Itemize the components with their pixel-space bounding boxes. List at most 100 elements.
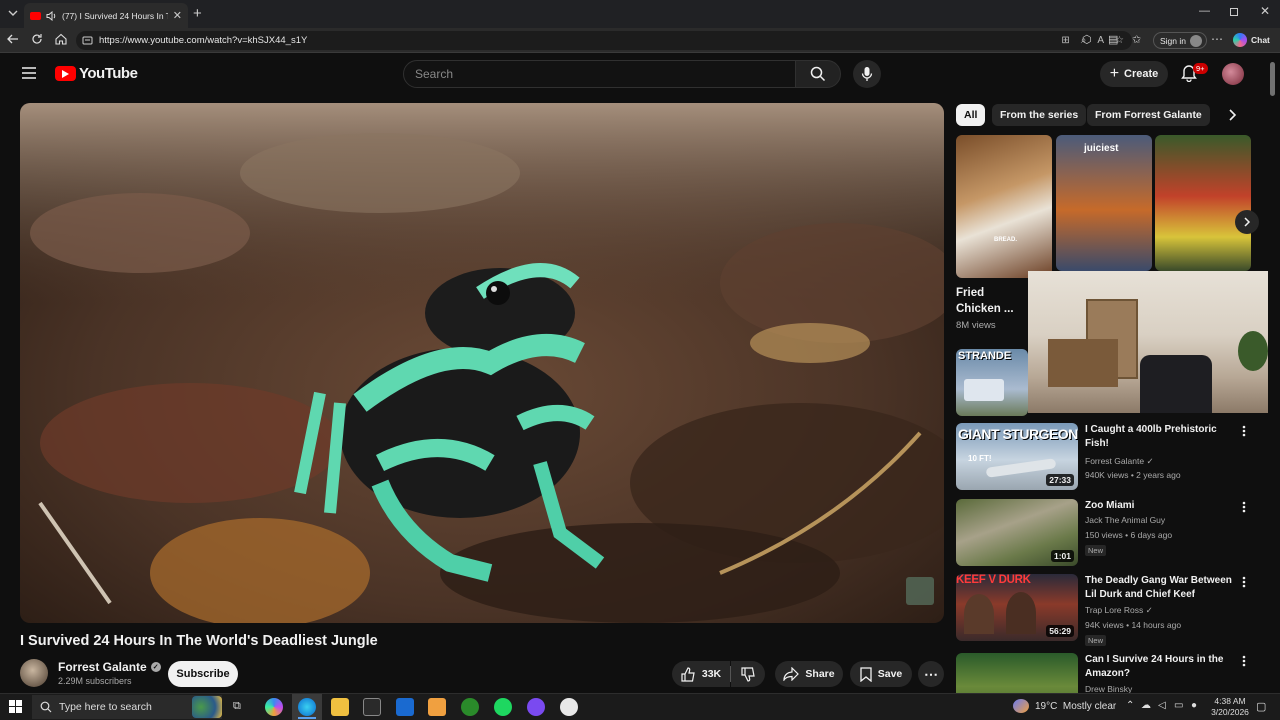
scrollbar-thumb[interactable] [1270, 62, 1275, 96]
channel-name[interactable]: Forrest Galante ✓ [58, 660, 161, 674]
more-vert-icon[interactable] [1242, 501, 1246, 513]
short-overlay-text: juiciest [1084, 143, 1119, 154]
recommendation-meta: 940K views • 2 years ago [1085, 470, 1181, 480]
more-vert-icon[interactable] [1242, 576, 1246, 588]
taskbar-search-placeholder: Type here to search [59, 701, 152, 713]
video-player[interactable] [20, 103, 944, 623]
more-options-icon[interactable]: ⋯ [1211, 32, 1223, 46]
recommendation-title: Zoo Miami [1085, 500, 1135, 511]
extensions-icon[interactable]: ⬡ [1082, 33, 1092, 46]
tab-list-icon[interactable] [6, 6, 20, 20]
notepad-icon[interactable] [428, 698, 446, 716]
search-button[interactable] [795, 60, 841, 88]
more-actions-button[interactable]: ⋯ [918, 661, 944, 687]
channel-avatar[interactable] [20, 659, 48, 687]
copilot-taskbar-icon[interactable] [265, 698, 283, 716]
refresh-icon[interactable] [30, 32, 44, 46]
windows-start-icon[interactable] [9, 700, 22, 713]
new-tab-icon[interactable]: + [193, 5, 202, 22]
close-tab-icon[interactable]: ✕ [173, 9, 182, 22]
youtube-play-icon [55, 66, 76, 81]
taskbar-search-input[interactable]: Type here to search [32, 695, 222, 719]
split-screen-icon[interactable]: ▤ [1108, 33, 1118, 46]
shorts-next-button[interactable] [1235, 210, 1259, 234]
read-aloud-icon[interactable]: A [1097, 35, 1104, 46]
recommendation-title: The Deadly Gang War Between Lil Durk and… [1085, 575, 1232, 600]
copilot-chat-button[interactable]: Chat [1233, 33, 1270, 47]
favorites-icon[interactable]: ✩ [1132, 33, 1141, 46]
show-hidden-icons-chevron-icon[interactable]: ⌃ [1126, 700, 1134, 711]
sign-in-button[interactable]: Sign in [1153, 32, 1207, 49]
microphone-tray-icon[interactable]: ● [1191, 700, 1197, 711]
speaker-icon[interactable] [46, 10, 57, 21]
create-button[interactable]: + Create [1100, 61, 1168, 87]
more-vert-icon[interactable] [1242, 655, 1246, 667]
share-arrow-icon [783, 667, 800, 681]
recommendation-item[interactable]: GIANT STURGEON 10 FT! 27:33 I Caught a 4… [956, 423, 1256, 493]
clock[interactable]: 4:38 AM 3/20/2026 [1207, 696, 1253, 718]
weather-text[interactable]: 19°C Mostly clear [1035, 701, 1116, 712]
page-scrollbar[interactable] [1268, 54, 1280, 693]
app-icon[interactable] [560, 698, 578, 716]
recommendation-thumbnail[interactable]: STRANDE [956, 349, 1028, 416]
short-thumbnail-1[interactable]: BREAD. [956, 135, 1052, 278]
short-title[interactable]: Fried Chicken ... [956, 285, 1026, 317]
restore-icon[interactable] [1230, 8, 1238, 16]
task-view-icon[interactable]: ⧉ [233, 700, 241, 713]
recommendation-item[interactable]: Can I Survive 24 Hours in the Amazon? Dr… [956, 653, 1256, 693]
chip-from-channel[interactable]: From Forrest Galante [1087, 104, 1210, 126]
discord-icon[interactable] [527, 698, 545, 716]
site-info-icon[interactable] [82, 35, 93, 46]
subscribe-button[interactable]: Subscribe [168, 661, 238, 687]
edge-browser-icon[interactable] [298, 698, 316, 716]
voice-search-button[interactable] [853, 60, 881, 88]
address-bar[interactable]: https://www.youtube.com/watch?v=khSJX44_… [76, 31, 1132, 50]
outlook-icon[interactable] [396, 698, 414, 716]
chips-next-chevron-icon[interactable] [1222, 104, 1244, 126]
clock-date: 3/20/2026 [1211, 707, 1249, 717]
microsoft-store-icon[interactable] [363, 698, 381, 716]
spotify-icon[interactable] [494, 698, 512, 716]
short-thumbnail-2[interactable]: juiciest [1056, 135, 1152, 271]
search-placeholder: Search [415, 67, 454, 81]
account-avatar[interactable] [1222, 63, 1244, 85]
share-button[interactable]: Share [775, 661, 843, 687]
short-thumbnail-3[interactable] [1155, 135, 1251, 271]
network-icon[interactable]: ▭ [1174, 700, 1183, 711]
youtube-logo[interactable]: YouTube [55, 65, 138, 82]
search-input[interactable]: Search [403, 60, 796, 88]
recommendation-channel: Forrest Galante ✓ [1085, 456, 1154, 467]
notification-center-icon[interactable]: ▢ [1256, 700, 1266, 713]
chip-all[interactable]: All [956, 104, 986, 126]
copilot-icon [1233, 33, 1247, 47]
search-icon [810, 66, 826, 82]
save-label: Save [877, 668, 903, 680]
xbox-icon[interactable] [461, 698, 479, 716]
back-icon[interactable] [6, 32, 20, 46]
home-icon[interactable] [54, 32, 68, 46]
minimize-icon[interactable]: — [1199, 5, 1210, 17]
more-vert-icon[interactable] [1242, 425, 1246, 437]
microphone-icon [861, 66, 873, 82]
recommendation-item[interactable]: KEEF V DURK 56:29 The Deadly Gang War Be… [956, 574, 1256, 646]
recommendation-title: I Caught a 400lb Prehistoric Fish! [1085, 424, 1217, 449]
share-label: Share [805, 668, 835, 680]
app-available-icon[interactable]: ⊞ [1061, 35, 1069, 46]
file-explorer-icon[interactable] [331, 698, 349, 716]
save-button[interactable]: Save [850, 661, 912, 687]
recommendation-item[interactable]: 1:01 Zoo Miami Jack The Animal Guy 150 v… [956, 499, 1256, 569]
chip-from-series[interactable]: From the series [992, 104, 1087, 126]
recommendation-meta: 150 views • 6 days ago [1085, 530, 1173, 540]
weather-icon[interactable] [1013, 699, 1029, 713]
new-badge: New [1085, 635, 1107, 646]
dislike-button[interactable] [731, 661, 765, 687]
subscriber-count: 2.29M subscribers [58, 676, 132, 686]
speaker-tray-icon[interactable]: ◁ [1158, 700, 1166, 711]
table-shape [1048, 339, 1118, 387]
menu-icon[interactable] [22, 67, 36, 79]
browser-tab[interactable]: (77) I Survived 24 Hours In Th ✕ [24, 3, 188, 28]
cloud-icon[interactable]: ☁ [1141, 700, 1151, 711]
close-window-icon[interactable]: ✕ [1260, 4, 1270, 18]
like-button[interactable]: 33K [672, 661, 730, 687]
channel-name-text: Forrest Galante [58, 660, 147, 674]
